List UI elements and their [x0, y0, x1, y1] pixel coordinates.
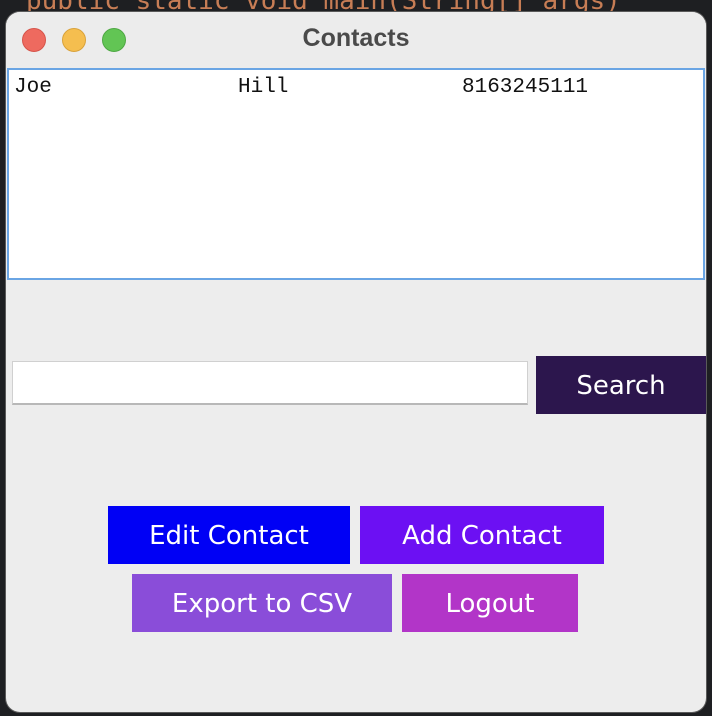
contacts-list[interactable]: Joe Hill 8163245111 [7, 68, 705, 280]
contact-phone: 8163245111 [462, 76, 589, 99]
add-contact-button[interactable]: Add Contact [360, 506, 604, 564]
contacts-window: Contacts Joe Hill 8163245111 Search Edit… [6, 12, 706, 712]
list-item[interactable]: Joe Hill 8163245111 [9, 70, 703, 100]
search-button[interactable]: Search [536, 356, 706, 414]
export-csv-button[interactable]: Export to CSV [132, 574, 392, 632]
contact-last-name: Hill [238, 76, 289, 99]
contact-first-name: Joe [14, 76, 52, 99]
logout-button[interactable]: Logout [402, 574, 578, 632]
search-input[interactable] [12, 361, 528, 405]
window-title: Contacts [302, 24, 410, 52]
edit-contact-button[interactable]: Edit Contact [108, 506, 350, 564]
title-bar: Contacts [6, 12, 706, 68]
